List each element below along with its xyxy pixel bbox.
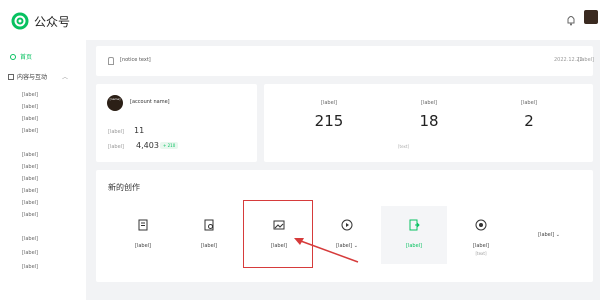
annotation-arrow-icon (294, 238, 359, 263)
